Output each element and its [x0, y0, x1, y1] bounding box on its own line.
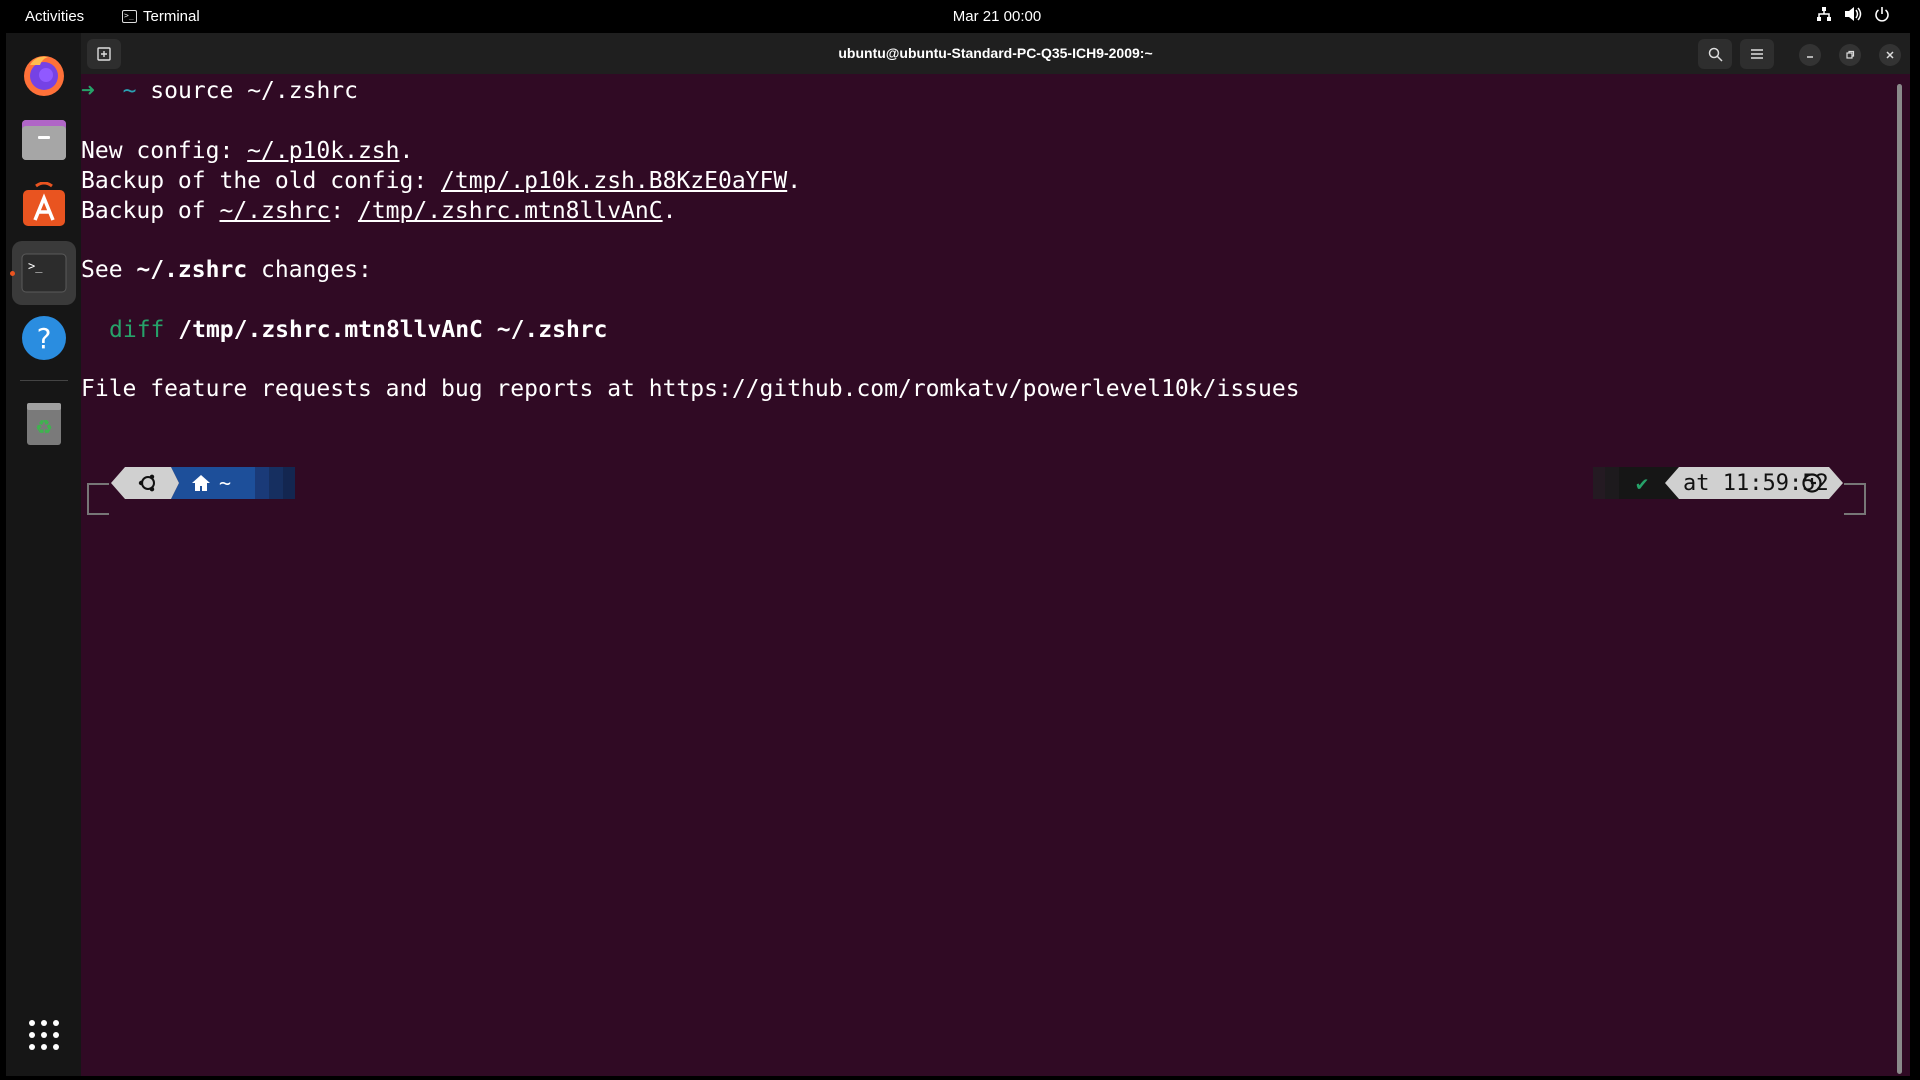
minimize-icon — [1807, 56, 1813, 58]
home-icon — [192, 475, 210, 491]
period: . — [662, 198, 677, 224]
dock-trash[interactable]: ♻ — [12, 391, 76, 455]
window-title: ubuntu@ubuntu-Standard-PC-Q35-ICH9-2009:… — [838, 45, 1153, 61]
svg-text:♻: ♻ — [35, 415, 53, 439]
terminal-output[interactable]: ➜ ~ source ~/.zshrc New config: ~/.p10k.… — [81, 74, 1910, 1076]
output-backup-zshrc: Backup of ~/.zshrc: /tmp/.zshrc.mtn8llvA… — [81, 198, 676, 224]
command-line: ➜ ~ source ~/.zshrc — [81, 78, 358, 104]
p10k-dir-segment: ~ — [191, 468, 231, 498]
see-suffix: changes: — [247, 257, 372, 283]
svg-text:?: ? — [37, 322, 52, 355]
software-store-icon — [23, 182, 65, 226]
minimize-button[interactable] — [1799, 44, 1821, 66]
system-tray[interactable] — [1816, 6, 1890, 22]
files-folder-icon — [22, 120, 66, 160]
help-icon: ? — [22, 316, 66, 360]
output-diff-command: diff /tmp/.zshrc.mtn8llvAnC ~/.zshrc — [109, 317, 608, 343]
dock-help[interactable]: ? — [12, 306, 76, 370]
close-button[interactable] — [1879, 44, 1901, 66]
prompt-arrow: ➜ — [81, 78, 95, 104]
dock-firefox[interactable] — [12, 43, 76, 107]
search-button[interactable] — [1698, 39, 1732, 69]
dock-terminal[interactable]: >_ — [12, 241, 76, 305]
power-icon[interactable] — [1874, 6, 1890, 22]
output-see-changes: See ~/.zshrc changes: — [81, 257, 372, 283]
command-text: source ~/.zshrc — [150, 78, 358, 104]
scrollbar[interactable] — [1897, 84, 1902, 1074]
svg-text:>_: >_ — [28, 259, 43, 273]
backup-of-label: Backup of — [81, 198, 220, 224]
dock-ubuntu-software[interactable] — [12, 173, 76, 237]
prompt-directory: ~ — [122, 78, 137, 104]
diff-command: diff — [109, 317, 165, 343]
period: . — [399, 138, 414, 164]
status-ok-icon: ✔ — [1636, 471, 1649, 495]
dock-separator — [20, 380, 68, 381]
backup-src-path[interactable]: ~/.zshrc — [219, 198, 330, 224]
hamburger-icon — [1751, 49, 1763, 59]
backup-old-label: Backup of the old config: — [81, 168, 442, 194]
new-config-label: New config: — [81, 138, 248, 164]
terminal-window: ubuntu@ubuntu-Standard-PC-Q35-ICH9-2009:… — [81, 33, 1910, 1076]
period: . — [787, 168, 802, 194]
clock[interactable]: Mar 21 00:00 — [0, 8, 1920, 25]
volume-icon[interactable] — [1844, 6, 1862, 22]
app-grid-icon — [29, 1020, 59, 1050]
terminal-icon: >_ — [21, 253, 67, 293]
menu-button[interactable] — [1740, 39, 1774, 69]
title-bar[interactable]: ubuntu@ubuntu-Standard-PC-Q35-ICH9-2009:… — [81, 33, 1910, 74]
restore-icon — [1846, 50, 1855, 59]
dock-files[interactable] — [12, 108, 76, 172]
see-file: ~/.zshrc — [136, 257, 248, 283]
diff-args: /tmp/.zshrc.mtn8llvAnC ~/.zshrc — [178, 317, 608, 343]
trash-icon: ♻ — [27, 403, 61, 445]
show-applications-button[interactable] — [12, 1003, 76, 1067]
prompt-frame-left — [87, 483, 109, 515]
backup-dst-path[interactable]: /tmp/.zshrc.mtn8llvAnC — [358, 198, 663, 224]
ubuntu-logo-icon — [133, 468, 163, 498]
output-new-config: New config: ~/.p10k.zsh. — [81, 138, 413, 164]
clock-icon — [1801, 468, 1823, 498]
firefox-icon — [24, 56, 64, 96]
prompt-frame-right — [1844, 483, 1866, 515]
output-feature-requests: File feature requests and bug reports at… — [81, 376, 1300, 402]
search-icon — [1708, 47, 1723, 62]
new-config-path[interactable]: ~/.p10k.zsh — [247, 138, 399, 164]
close-icon — [1886, 51, 1894, 59]
top-bar: Activities >_ Terminal Mar 21 00:00 — [0, 0, 1920, 33]
running-indicator — [10, 271, 15, 276]
dock: >_ ? ♻ — [6, 33, 81, 1076]
network-icon[interactable] — [1816, 6, 1832, 22]
p10k-dir: ~ — [219, 471, 232, 495]
output-backup-old: Backup of the old config: /tmp/.p10k.zsh… — [81, 168, 801, 194]
see-label: See — [81, 257, 137, 283]
maximize-button[interactable] — [1839, 44, 1861, 66]
backup-old-path[interactable]: /tmp/.p10k.zsh.B8KzE0aYFW — [441, 168, 787, 194]
colon: : — [330, 198, 358, 224]
